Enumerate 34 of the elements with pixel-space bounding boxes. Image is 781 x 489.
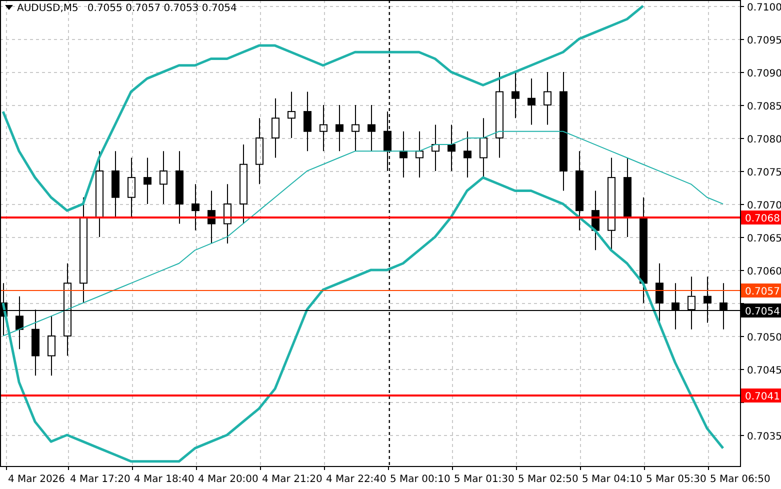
price-axis-label: 0.7060 (747, 266, 781, 278)
ref-line-label: 0.7057 (745, 286, 780, 298)
price-axis-label: 0.7080 (747, 134, 781, 146)
time-axis-label: 5 Mar 02:50 (518, 474, 578, 485)
price-tag: 0.7041 (741, 388, 781, 402)
price-tag: 0.7068 (741, 210, 781, 224)
time-axis-label: 5 Mar 01:30 (454, 474, 514, 485)
time-axis-label: 5 Mar 00:10 (390, 474, 450, 485)
price-tag: 0.7054 (741, 304, 781, 318)
price-axis-label: 0.7050 (747, 332, 781, 344)
ref-line-label: 0.7068 (745, 214, 780, 224)
time-axis-label: 4 Mar 17:20 (70, 474, 130, 485)
ref-line-label: 0.7054 (745, 306, 780, 318)
price-axis-label: 0.7100 (747, 2, 781, 14)
time-axis-label: 5 Mar 05:30 (646, 474, 706, 485)
chart-title: AUDUSD,M5 (17, 3, 78, 14)
price-axis-label: 0.7075 (747, 168, 781, 178)
price-axis-label: 0.7090 (747, 68, 781, 80)
ref-line-label: 0.7041 (745, 392, 780, 402)
time-axis-label: 4 Mar 22:40 (326, 474, 386, 485)
price-axis-label: 0.7045 (747, 366, 781, 376)
time-axis-label: 4 Mar 21:20 (262, 474, 322, 485)
price-axis-label: 0.7085 (747, 102, 781, 112)
time-axis-label: 4 Mar 20:00 (198, 474, 258, 485)
time-axis-label: 4 Mar 18:40 (134, 474, 194, 485)
time-axis-label: 5 Mar 04:10 (582, 474, 642, 485)
price-axis-label: 0.7065 (747, 234, 781, 244)
time-axis-label: 4 Mar 2026 (8, 474, 66, 485)
time-axis-label: 5 Mar 06:50 (710, 474, 770, 485)
price-axis-label: 0.7035 (747, 432, 781, 442)
price-axis-label: 0.7070 (747, 200, 781, 212)
price-tag: 0.7057 (741, 284, 781, 298)
ohlc-values: 0.7055 0.7057 0.7053 0.7054 (87, 3, 237, 14)
price-axis-label: 0.7095 (747, 36, 781, 46)
